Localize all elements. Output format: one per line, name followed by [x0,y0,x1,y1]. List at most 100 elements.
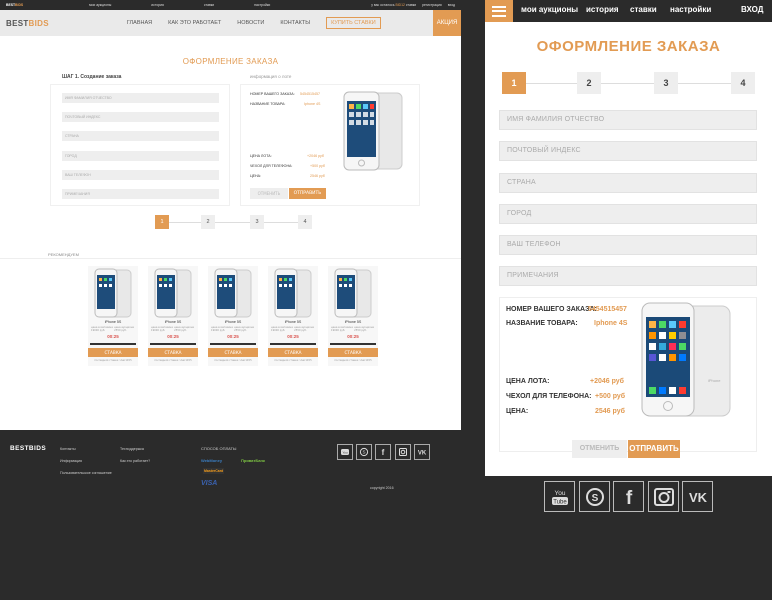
balance-info: у вас осталось BID12 ставки [371,3,417,7]
product-prices: цена в магазине 19000 руб. цена аукциона … [271,326,314,332]
progress-bar [150,343,196,345]
mobile-order-number-label: НОМЕР ВАШЕГО ЗАКАЗА: [506,306,597,313]
mobile-top-bar: мои аукционы история ставки настройки ВХ… [485,0,772,22]
top-nav-bids[interactable]: ставки [204,3,214,7]
mobile-footer: You Tube S f VK [485,476,772,600]
mobile-step-4[interactable]: 4 [731,72,755,94]
name-field[interactable]: ИМЯ ФАМИЛИЯ ОТЧЕСТВО [62,93,219,103]
skype-icon[interactable]: S [356,444,372,460]
top-nav-settings[interactable]: настройки [254,3,270,7]
youtube-icon[interactable]: You [337,444,353,460]
product-prices: цена в магазине 19000 руб. цена аукциона … [331,326,374,332]
mobile-login-link[interactable]: ВХОД [741,5,763,14]
bid-button[interactable]: СТАВКА [208,348,258,357]
send-button[interactable]: ОТПРАВИТЬ [289,188,326,199]
facebook-icon[interactable]: f [613,481,644,512]
bid-button[interactable]: СТАВКА [328,348,378,357]
progress-bar [270,343,316,345]
product-name-label: НАЗВАНИЕ ТОВАРА: [250,102,286,106]
country-field[interactable]: СТРАНА [62,131,219,141]
promo-button[interactable]: АКЦИЯ [433,10,461,36]
skype-icon[interactable]: S [579,481,610,512]
footer-link-contacts[interactable]: Контакты [60,447,76,451]
footer-link-support[interactable]: Техподдержка [120,447,144,451]
footer-link-how[interactable]: Как это работает? [120,459,150,463]
mobile-step-3[interactable]: 3 [654,72,678,94]
svg-text:You: You [554,490,565,497]
footer-brand[interactable]: BESTBIDS [10,445,46,452]
product-name-value: Iphone 4S [304,102,321,106]
nav-contacts[interactable]: КОНТАКТЫ [280,20,310,26]
total-label: ЦЕНА: [250,174,262,178]
step-1[interactable]: 1 [155,215,169,229]
bid-button[interactable]: СТАВКА [88,348,138,357]
product-card[interactable]: iPhone 5S цена в магазине 19000 руб. цена … [328,266,378,366]
auction-timer: 00:25 [287,334,299,339]
svg-text:iPhone: iPhone [708,378,721,383]
product-card[interactable]: iPhone 5S цена в магазине 19000 руб. цена … [208,266,258,366]
top-logo[interactable]: BESTBIDS [6,3,23,7]
main-nav: BESTBIDS ГЛАВНАЯ КАК ЭТО РАБОТАЕТ НОВОСТ… [0,10,461,36]
register-link[interactable]: регистрация [422,3,442,7]
nav-news[interactable]: НОВОСТИ [237,20,264,26]
product-card[interactable]: iPhone 5S цена в магазине 19000 руб. цена … [88,266,138,366]
mobile-nav-history[interactable]: история [586,5,619,14]
product-image [334,268,372,318]
nav-home[interactable]: ГЛАВНАЯ [127,20,152,26]
buy-bids-button[interactable]: КУПИТЬ СТАВКИ [326,17,381,29]
bid-button[interactable]: СТАВКА [148,348,198,357]
mobile-nav-bids[interactable]: ставки [630,5,657,14]
progress-bar [90,343,136,345]
mobile-case-label: ЧЕХОЛ ДЛЯ ТЕЛЕФОНА: [506,393,592,400]
facebook-icon[interactable]: f [375,444,391,460]
mobile-content: ОФОРМЛЕНИЕ ЗАКАЗА 1 2 3 4 ИМЯ ФАМИЛИЯ ОТ… [485,22,772,476]
vk-icon[interactable]: VK [682,481,713,512]
mobile-name-field[interactable]: ИМЯ ФАМИЛИЯ ОТЧЕСТВО [499,110,757,130]
step-2[interactable]: 2 [201,215,215,229]
svg-text:S: S [362,450,365,455]
vk-icon[interactable]: VK [414,444,430,460]
bid-button[interactable]: СТАВКА [268,348,318,357]
product-card[interactable]: iPhone 5S цена в магазине 19000 руб. цена … [268,266,318,366]
city-field[interactable]: ГОРОД [62,151,219,161]
copyright: copyright 2016 [370,486,394,490]
step-4[interactable]: 4 [298,215,312,229]
mobile-city-field[interactable]: ГОРОД [499,204,757,224]
product-prices: цена в магазине 19000 руб. цена аукциона … [151,326,194,332]
mobile-step-2[interactable]: 2 [577,72,601,94]
login-link[interactable]: вход [448,3,455,7]
cancel-button[interactable]: ОТМЕНИТЬ [250,188,288,199]
notes-field[interactable]: ПРИМЕЧАНИЯ [62,189,219,199]
mobile-postal-code-field[interactable]: ПОЧТОВЫЙ ИНДЕКС [499,141,757,161]
case-price-value: +500 руб [310,164,325,168]
order-number-value: 5454515457 [300,92,320,96]
mobile-send-button[interactable]: ОТПРАВИТЬ [628,440,680,458]
youtube-icon[interactable]: You Tube [544,481,575,512]
instagram-icon[interactable] [648,481,679,512]
product-image [214,268,252,318]
mobile-step-1[interactable]: 1 [502,72,526,94]
mobile-notes-field[interactable]: ПРИМЕЧАНИЯ [499,266,757,286]
hamburger-menu-icon[interactable] [485,0,513,22]
instagram-icon[interactable] [395,444,411,460]
postal-code-field[interactable]: ПОЧТОВЫЙ ИНДЕКС [62,112,219,122]
divider [0,258,461,259]
top-nav-history[interactable]: история [151,3,164,7]
mobile-country-field[interactable]: СТРАНА [499,173,757,193]
mobile-step-indicator: 1 2 3 4 [502,72,756,94]
mobile-phone-field[interactable]: ВАШ ТЕЛЕФОН [499,235,757,255]
product-prices: цена в магазине 19000 руб. цена аукциона … [211,326,254,332]
mobile-nav-settings[interactable]: настройки [670,5,711,14]
last-bid-info: последняя ставка: User1455 [214,359,252,362]
top-nav-my-auctions[interactable]: мои аукционы [89,3,111,7]
phone-field[interactable]: ВАШ ТЕЛЕФОН [62,170,219,180]
mobile-nav-my-auctions[interactable]: мои аукционы [521,5,578,14]
mobile-cancel-button[interactable]: ОТМЕНИТЬ [572,440,627,458]
nav-how-it-works[interactable]: КАК ЭТО РАБОТАЕТ [168,20,221,26]
brand-logo[interactable]: BESTBIDS [6,19,49,28]
footer-link-info[interactable]: Информация [60,459,82,463]
auction-timer: 00:25 [227,334,239,339]
footer-link-agreement[interactable]: Пользовательское соглашение [60,471,112,475]
step-3[interactable]: 3 [250,215,264,229]
product-card[interactable]: iPhone 5S цена в магазине 19000 руб. цена … [148,266,198,366]
